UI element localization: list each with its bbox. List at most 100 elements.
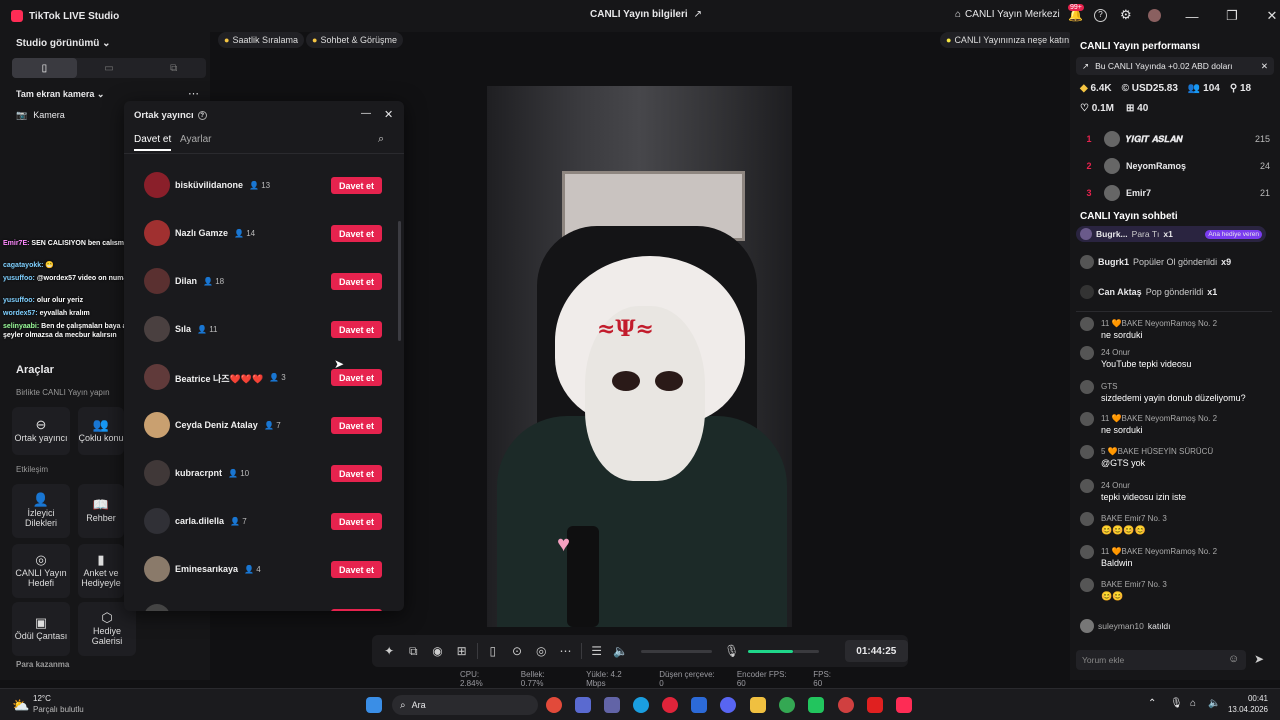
invite-button[interactable]: Davet et	[331, 177, 382, 194]
gear-icon[interactable]: ⚙	[1120, 7, 1132, 23]
dual-icon[interactable]: ⧉	[141, 58, 206, 78]
hourly-ranking-chip[interactable]: ● Saatlik Sıralama	[218, 32, 304, 48]
speaker-icon[interactable]: 🔈	[609, 644, 633, 658]
chat-chip[interactable]: ● Sohbet & Görüşme	[306, 32, 403, 48]
add-source-icon[interactable]: ⊞	[450, 644, 474, 658]
gift-count: x9	[1221, 257, 1232, 267]
record-icon[interactable]: ⊙	[505, 644, 529, 658]
mic-icon[interactable]: 🎙	[720, 644, 744, 658]
invite-button[interactable]: Davet et	[331, 513, 382, 530]
invite-button[interactable]: Davet et	[331, 465, 382, 482]
guide-tool[interactable]: 📖 Rehber	[78, 484, 124, 538]
overlay-user: wordex57:	[3, 310, 38, 317]
invite-button[interactable]: Davet et	[331, 321, 382, 338]
rank-position: 3	[1086, 188, 1092, 198]
close-icon[interactable]: ✕	[1261, 61, 1268, 72]
invite-button[interactable]: Davet et	[331, 561, 382, 578]
invite-button[interactable]: Davet et	[331, 273, 382, 290]
minimize-icon[interactable]: —	[361, 108, 371, 119]
comment-input[interactable]: Yorum ekle ☺	[1076, 650, 1246, 670]
mic-tray-icon[interactable]: 🎙	[1170, 698, 1183, 709]
phone-icon[interactable]: ▯	[481, 644, 505, 658]
invite-button[interactable]: Davet et	[331, 609, 382, 611]
cursor-icon: ➤	[334, 357, 345, 371]
mail-icon[interactable]	[691, 697, 707, 713]
live-center-button[interactable]: ⌂ CANLI Yayın Merkezi	[955, 9, 1060, 20]
send-icon[interactable]: ➤	[1254, 652, 1264, 666]
close-icon[interactable]: ✕	[384, 108, 393, 121]
ranking-row[interactable]: 3 Emir7 21	[1080, 184, 1270, 202]
weather-temp[interactable]: 12°C	[33, 694, 51, 703]
share-icon[interactable]: ↗	[694, 9, 702, 20]
message-text: tepki videosu izin iste	[1101, 492, 1187, 502]
app-icon[interactable]	[838, 697, 854, 713]
windows-start-icon[interactable]	[366, 697, 382, 713]
chrome-icon[interactable]	[546, 697, 562, 713]
chat-message: BAKE Emir7 No. 3 😊😊😊😊	[1080, 512, 1275, 542]
store-icon[interactable]	[575, 697, 591, 713]
chrome-2-icon[interactable]	[779, 697, 795, 713]
cohost-tool[interactable]: ⊖ Ortak yayıncı	[12, 407, 70, 455]
youtube-icon[interactable]	[867, 697, 883, 713]
live-goal-tool[interactable]: ◎ CANLI Yayın Hedefi	[12, 544, 70, 598]
sliders-icon[interactable]: ☰	[585, 644, 609, 658]
clock-time[interactable]: 00:41	[1228, 694, 1268, 703]
invite-button[interactable]: Davet et	[331, 417, 382, 434]
folder-icon[interactable]	[750, 697, 766, 713]
more-icon[interactable]: ⋯	[553, 644, 577, 658]
viewer-wishes-tool[interactable]: 👤 İzleyici Dilekleri	[12, 484, 70, 538]
landscape-icon[interactable]: ▭	[77, 58, 142, 78]
ranking-row[interactable]: 1 𝒀𝑰𝑮𝑰𝑻 𝑨𝑺𝑳𝑨𝑵 215	[1080, 130, 1270, 148]
opera-icon[interactable]	[662, 697, 678, 713]
avatar	[1080, 255, 1094, 269]
tab-settings[interactable]: Ayarlar	[180, 134, 212, 145]
mask-eye-right	[655, 371, 683, 391]
info-icon[interactable]: ?	[197, 111, 207, 120]
avatar[interactable]	[1148, 9, 1161, 22]
magic-wand-icon[interactable]: ✦	[377, 644, 401, 658]
tool-label: İzleyici Dilekleri	[24, 507, 57, 528]
help-icon[interactable]: ?	[1094, 9, 1107, 22]
camera-source[interactable]: 📷 Kamera	[16, 110, 65, 121]
taskbar-search[interactable]: ⌕ Ara	[392, 695, 538, 715]
book-icon: 📖	[92, 496, 110, 512]
camera-switch-icon[interactable]: ◎	[529, 644, 553, 658]
weather-desc[interactable]: Parçalı bulutlu	[33, 705, 84, 714]
minimize-button[interactable]: —	[1172, 0, 1212, 32]
search-icon[interactable]: ⌕	[378, 133, 384, 146]
reward-bag-tool[interactable]: ▣ Ödül Çantası	[12, 602, 70, 656]
whatsapp-icon[interactable]	[808, 697, 824, 713]
emoji-icon[interactable]: ☺	[1228, 653, 1239, 665]
clock-date[interactable]: 13.04.2026	[1218, 705, 1268, 714]
portrait-icon[interactable]: ▯	[12, 58, 77, 78]
studio-view-dropdown[interactable]: Studio görünümü ⌄	[16, 38, 111, 49]
multi-guest-tool[interactable]: 👥 Çoklu konu	[78, 407, 124, 455]
ai-icon[interactable]: ◉	[425, 644, 449, 658]
mic-slider[interactable]	[792, 649, 819, 653]
poll-tool[interactable]: ▮ Anket ve Hediyeyle	[78, 544, 124, 598]
tray-chevron-icon[interactable]: ⌃	[1148, 698, 1156, 709]
divider	[1076, 311, 1272, 312]
scene-dropdown[interactable]: Tam ekran kamera ⌄	[16, 89, 104, 100]
edge-icon[interactable]	[633, 697, 649, 713]
scrollbar[interactable]	[398, 221, 401, 341]
tab-invite[interactable]: Davet et	[134, 134, 172, 151]
invite-button[interactable]: Davet et	[331, 225, 382, 242]
volume-slider[interactable]	[640, 649, 712, 653]
more-icon[interactable]: ⋯	[188, 87, 199, 100]
fun-chip[interactable]: ● CANLI Yayınınıza neşe katın	[940, 32, 1076, 48]
video-preview[interactable]: ≈Ψ≈ ♥	[487, 86, 792, 627]
effects-icon[interactable]: ⧉	[401, 644, 425, 659]
encoder-fps-stat: Encoder FPS: 60	[736, 670, 787, 688]
tiktok-studio-icon[interactable]	[896, 697, 912, 713]
cohost-row: Beatrice 나즈❤️❤️❤️ 👤 3 Davet et	[124, 353, 394, 401]
network-icon[interactable]: ⌂	[1190, 698, 1196, 709]
layout-toggle[interactable]: ▯ ▭ ⧉	[12, 58, 206, 78]
ranking-row[interactable]: 2 NeyomRamoş 24	[1080, 157, 1270, 175]
teams-icon[interactable]	[604, 697, 620, 713]
close-button[interactable]: ✕	[1252, 0, 1280, 32]
invite-button[interactable]: Davet et	[331, 369, 382, 386]
maximize-button[interactable]: ❐	[1212, 0, 1252, 32]
stream-info[interactable]: CANLI Yayın bilgileri ↗	[590, 9, 702, 20]
discord-icon[interactable]	[720, 697, 736, 713]
